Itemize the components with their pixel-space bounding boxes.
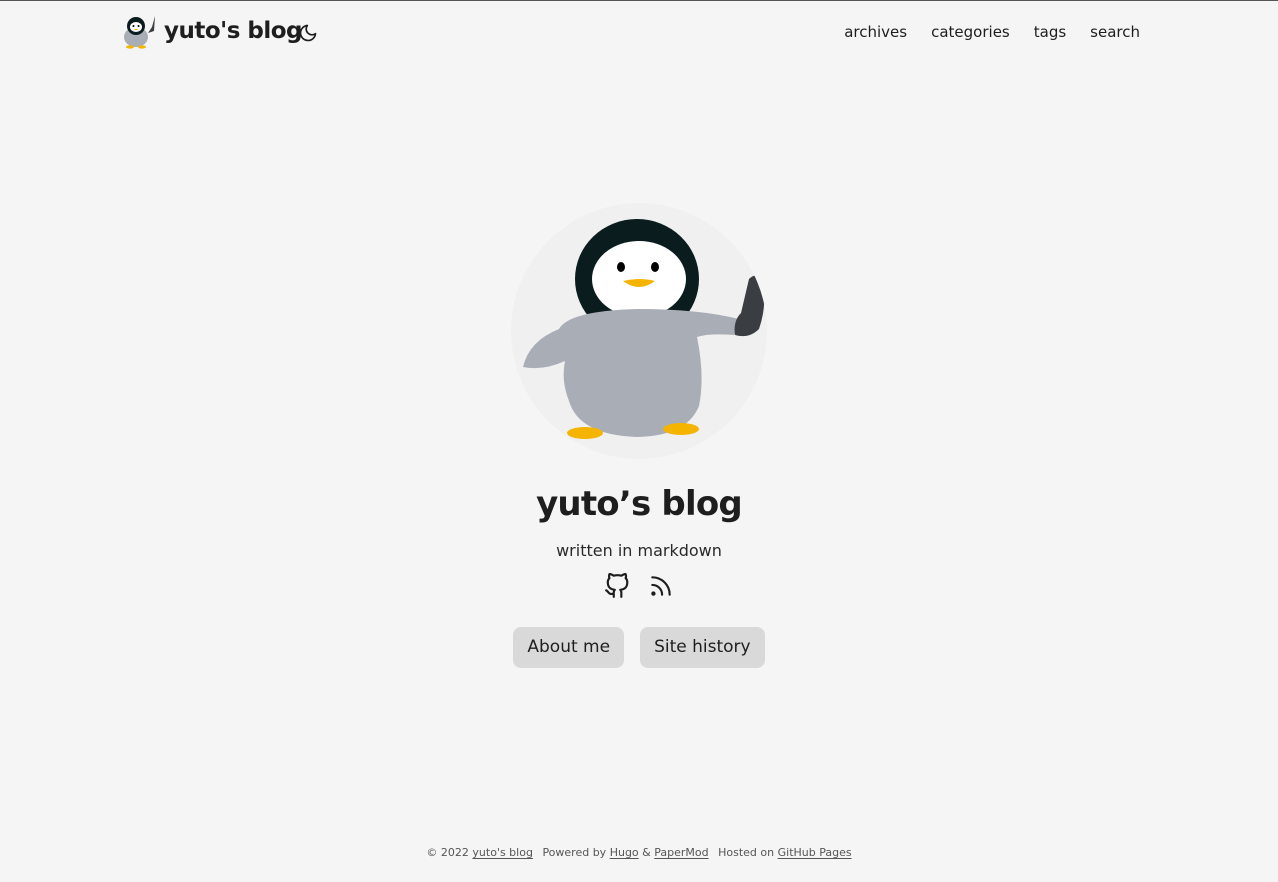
nav-archives[interactable]: archives xyxy=(844,23,907,41)
rss-icon[interactable] xyxy=(648,573,674,599)
footer-github-pages-link[interactable]: GitHub Pages xyxy=(778,846,852,859)
footer-hugo-link[interactable]: Hugo xyxy=(610,846,639,859)
profile-section: yuto’s blog written in markdown About me… xyxy=(0,201,1278,668)
site-header: yuto's blog archives categories tags sea… xyxy=(0,1,1278,65)
theme-toggle-moon-icon[interactable] xyxy=(298,23,318,43)
social-icons xyxy=(0,572,1278,599)
github-icon[interactable] xyxy=(604,572,630,599)
footer-hosted-on: Hosted on xyxy=(718,846,775,859)
site-logo-text: yuto's blog xyxy=(164,18,303,44)
footer-papermod-link[interactable]: PaperMod xyxy=(654,846,708,859)
nav-tags[interactable]: tags xyxy=(1034,23,1066,41)
footer-powered-by: Powered by xyxy=(542,846,607,859)
site-history-button[interactable]: Site history xyxy=(640,627,765,668)
profile-buttons: About me Site history xyxy=(0,627,1278,668)
site-footer: © 2022 yuto's blog Powered by Hugo & Pap… xyxy=(0,846,1278,859)
footer-copyright: © 2022 xyxy=(426,846,469,859)
nav-search[interactable]: search xyxy=(1090,23,1140,41)
profile-title: yuto’s blog xyxy=(536,484,743,524)
penguin-avatar-image xyxy=(511,203,767,459)
main-nav: archives categories tags search xyxy=(844,23,1140,41)
profile-subtitle: written in markdown xyxy=(556,541,722,560)
footer-site-link[interactable]: yuto's blog xyxy=(472,846,533,859)
about-me-button[interactable]: About me xyxy=(513,627,625,668)
nav-categories[interactable]: categories xyxy=(931,23,1010,41)
footer-ampersand: & xyxy=(642,846,651,859)
home-logo-link[interactable]: yuto's blog xyxy=(118,13,303,49)
penguin-logo-icon xyxy=(124,16,155,49)
